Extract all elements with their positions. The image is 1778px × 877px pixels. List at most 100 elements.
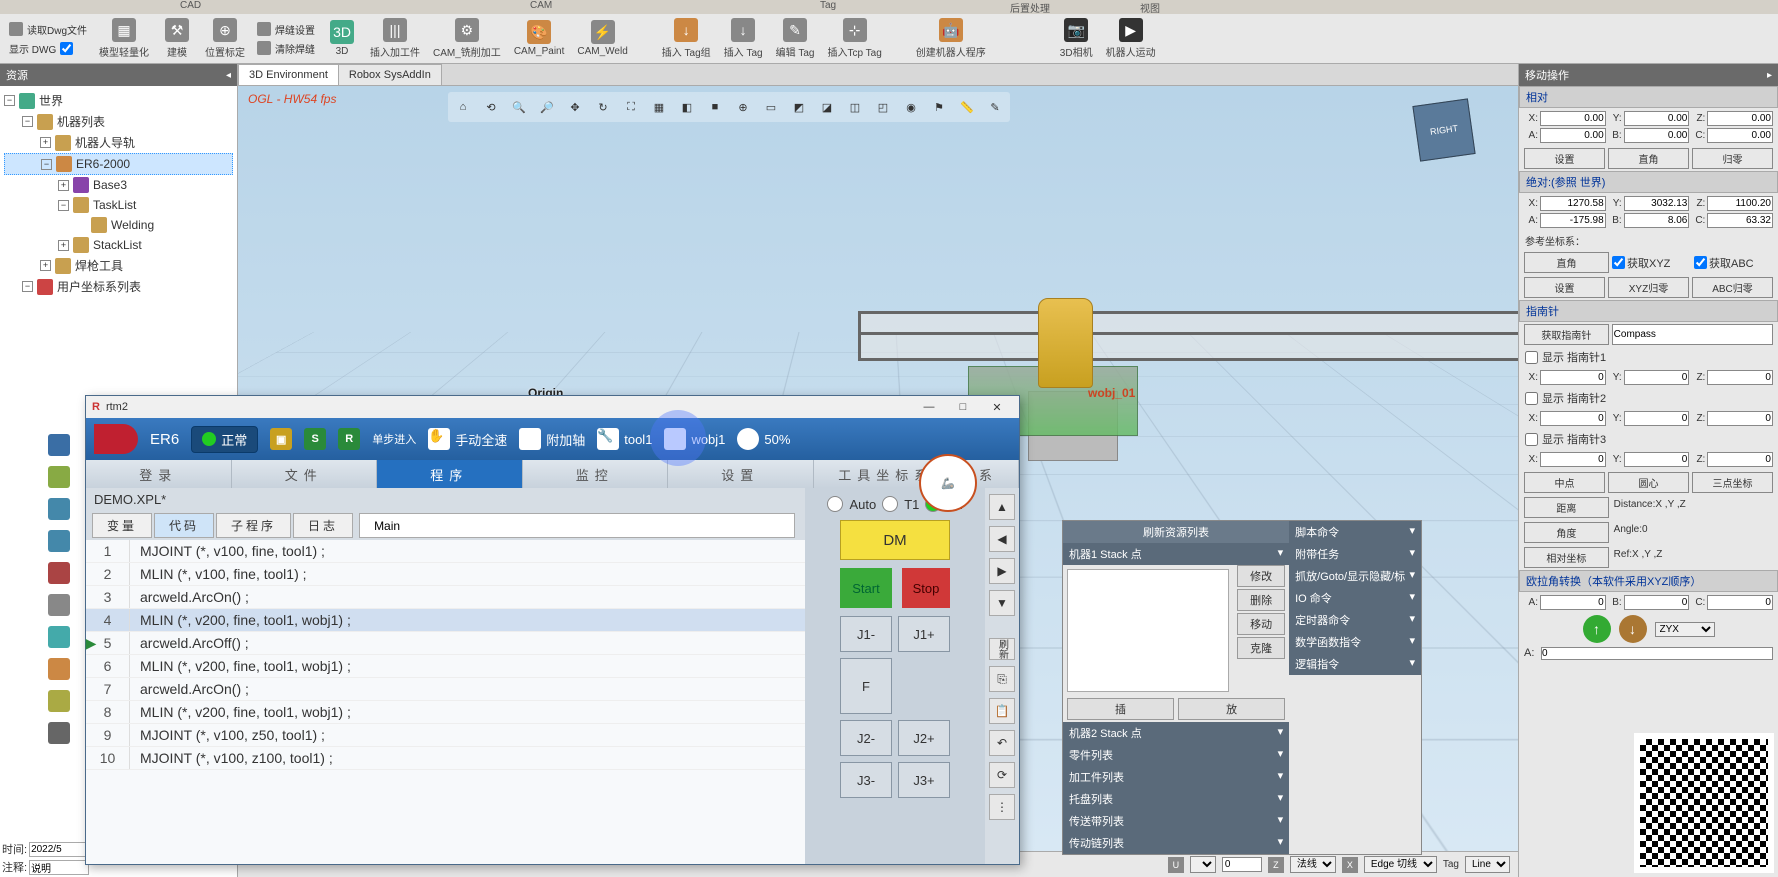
- menu-settings[interactable]: 设置: [668, 460, 814, 488]
- 3d-camera-button[interactable]: 📷3D相机: [1054, 16, 1099, 61]
- abs-z-input[interactable]: [1707, 196, 1773, 211]
- up-arrow-button[interactable]: ↑: [1583, 615, 1611, 643]
- start-button[interactable]: Start: [840, 568, 892, 608]
- side-left-icon[interactable]: ◀: [989, 526, 1015, 552]
- menu-monitor[interactable]: 监控: [523, 460, 669, 488]
- rel-z-input[interactable]: [1707, 111, 1773, 126]
- u-input[interactable]: [1222, 857, 1262, 872]
- conv-list-header[interactable]: 传送带列表: [1063, 810, 1289, 832]
- code-line[interactable]: 3arcweld.ArcOn() ;: [86, 586, 805, 609]
- menu-prog[interactable]: 程序: [377, 460, 523, 488]
- show-c1-check[interactable]: [1525, 351, 1538, 364]
- demote-button[interactable]: 克隆: [1237, 637, 1285, 659]
- model-light-button[interactable]: ▦模型轻量化: [93, 16, 155, 61]
- collapse-icon[interactable]: ▸: [1767, 70, 1772, 81]
- zoom-out-icon[interactable]: 🔎: [534, 94, 560, 120]
- modify-button[interactable]: 修改: [1237, 565, 1285, 587]
- view1-icon[interactable]: ▭: [758, 94, 784, 120]
- lbi-10[interactable]: [48, 722, 70, 744]
- insert-tag-button[interactable]: ↓插入 Tag: [718, 16, 769, 61]
- tab-robox[interactable]: Robox SysAddIn: [338, 64, 442, 85]
- lbi-1[interactable]: [48, 434, 70, 456]
- note-field[interactable]: [29, 860, 89, 875]
- math-cmd-header[interactable]: 数学函数指令: [1289, 631, 1421, 653]
- auto-dot[interactable]: [827, 496, 843, 512]
- code-line[interactable]: 8MLIN (*, v200, fine, tool1, wobj1) ;: [86, 701, 805, 724]
- tree-user-coord[interactable]: −用户坐标系列表: [4, 276, 233, 297]
- tree-er6[interactable]: −ER6-2000: [4, 153, 233, 175]
- c3-x[interactable]: [1540, 452, 1606, 467]
- main-input[interactable]: [359, 513, 795, 538]
- rel-coord-button[interactable]: 相对坐标: [1524, 547, 1609, 568]
- dist-button[interactable]: 距离: [1524, 497, 1609, 518]
- pin-icon[interactable]: ◂: [226, 70, 231, 81]
- insert-mach-button[interactable]: |||插入加工件: [364, 16, 426, 61]
- step-label[interactable]: 单步进入: [372, 431, 416, 447]
- ea-a2[interactable]: [1541, 647, 1773, 660]
- lbi-8[interactable]: [48, 658, 70, 680]
- axis-icon[interactable]: ⊕: [730, 94, 756, 120]
- code-line[interactable]: 6MLIN (*, v200, fine, tool1, wobj1) ;: [86, 655, 805, 678]
- lbi-9[interactable]: [48, 690, 70, 712]
- abs-a-input[interactable]: [1540, 213, 1606, 228]
- mode-icon[interactable]: ▣: [270, 428, 292, 450]
- chain-list-header[interactable]: 传动链列表: [1063, 832, 1289, 854]
- j3-minus[interactable]: J3-: [840, 762, 892, 798]
- cam-paint-button[interactable]: 🎨CAM_Paint: [508, 16, 571, 61]
- 3d-button[interactable]: 3D3D: [321, 16, 363, 61]
- tree-world[interactable]: −世界: [4, 90, 233, 111]
- tag-select[interactable]: Line: [1465, 856, 1510, 873]
- side-more-icon[interactable]: ⋮: [989, 794, 1015, 820]
- abs-x-input[interactable]: [1540, 196, 1606, 211]
- tree-weldtool[interactable]: +焊枪工具: [4, 255, 233, 276]
- ea-b[interactable]: [1624, 595, 1690, 610]
- place-button[interactable]: 放: [1178, 698, 1285, 720]
- manual-speed[interactable]: ✋手动全速: [428, 428, 507, 450]
- abs-c-input[interactable]: [1707, 213, 1773, 228]
- edit-tag-button[interactable]: ✎编辑 Tag: [770, 16, 821, 61]
- r-icon[interactable]: R: [338, 428, 360, 450]
- tab-log[interactable]: 日志: [293, 513, 353, 538]
- pallet-list-header[interactable]: 托盘列表: [1063, 788, 1289, 810]
- tab-sub[interactable]: 子程序: [216, 513, 291, 538]
- part-list-header[interactable]: 零件列表: [1063, 744, 1289, 766]
- abs-b-input[interactable]: [1624, 213, 1690, 228]
- rel-b-input[interactable]: [1624, 128, 1690, 143]
- lbi-3[interactable]: [48, 498, 70, 520]
- tab-var[interactable]: 变量: [92, 513, 152, 538]
- tree-welding[interactable]: Welding: [4, 215, 233, 235]
- view3-icon[interactable]: ◪: [814, 94, 840, 120]
- show-c3-check[interactable]: [1525, 433, 1538, 446]
- show-c2-check[interactable]: [1525, 392, 1538, 405]
- j3-plus[interactable]: J3+: [898, 762, 950, 798]
- create-robot-prog-button[interactable]: 🤖创建机器人程序: [910, 16, 992, 61]
- j2-minus[interactable]: J2-: [840, 720, 892, 756]
- tree-robot-list[interactable]: −机器列表: [4, 111, 233, 132]
- grid-icon[interactable]: ▦: [646, 94, 672, 120]
- tool-indicator[interactable]: 🔧tool1: [597, 428, 652, 450]
- insert-tag-group-button[interactable]: ↓插入 Tag组: [656, 16, 717, 61]
- code-line[interactable]: 9MJOINT (*, v100, z50, tool1) ;: [86, 724, 805, 747]
- build-button[interactable]: ⚒建模: [156, 16, 198, 61]
- time-field[interactable]: [29, 842, 89, 857]
- code-line[interactable]: 10MJOINT (*, v100, z100, tool1) ;: [86, 747, 805, 770]
- code-editor[interactable]: 1MJOINT (*, v100, fine, tool1) ;2MLIN (*…: [86, 540, 805, 864]
- down-arrow-button[interactable]: ↓: [1619, 615, 1647, 643]
- c3-z[interactable]: [1707, 452, 1773, 467]
- get-xyz-check[interactable]: [1612, 256, 1625, 269]
- abc-zero-button[interactable]: ABC归零: [1692, 277, 1773, 298]
- z-select[interactable]: 法线: [1290, 856, 1336, 873]
- menu-login[interactable]: 登录: [86, 460, 232, 488]
- set-button[interactable]: 设置: [1524, 148, 1605, 169]
- attach-task-header[interactable]: 附带任务: [1289, 543, 1421, 565]
- c3-y[interactable]: [1624, 452, 1690, 467]
- tree-base3[interactable]: +Base3: [4, 175, 233, 195]
- menu-file[interactable]: 文件: [232, 460, 378, 488]
- logic-cmd-header[interactable]: 逻辑指令: [1289, 653, 1421, 675]
- side-copy-icon[interactable]: ⎘: [989, 666, 1015, 692]
- side-down-icon[interactable]: ▼: [989, 590, 1015, 616]
- get-abc-check[interactable]: [1694, 256, 1707, 269]
- dm-button[interactable]: DM: [840, 520, 950, 560]
- edit-vp-icon[interactable]: ✎: [982, 94, 1008, 120]
- move-button[interactable]: 移动: [1237, 613, 1285, 635]
